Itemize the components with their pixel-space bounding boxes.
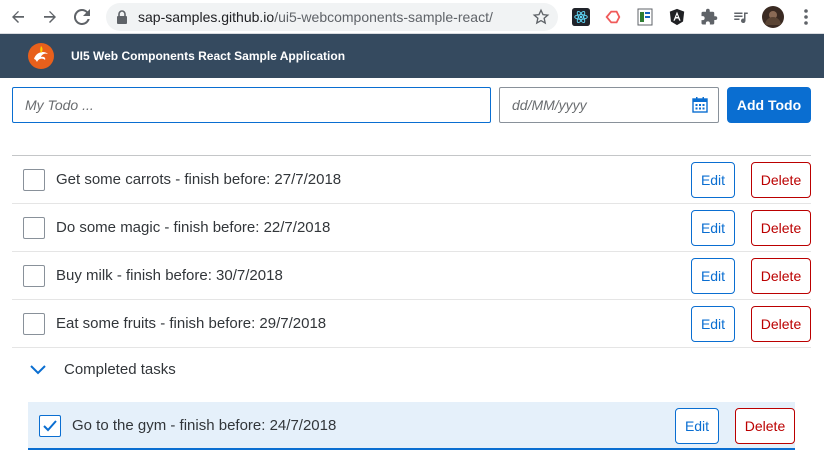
todo-checkbox[interactable] — [23, 169, 45, 191]
calendar-icon[interactable] — [692, 97, 708, 113]
document-extension-icon[interactable] — [634, 6, 656, 28]
todo-text: Eat some fruits - finish before: 29/7/20… — [56, 315, 327, 332]
angular-icon[interactable] — [666, 6, 688, 28]
completed-panel-header[interactable]: Completed tasks — [12, 348, 811, 392]
back-arrow-icon[interactable] — [6, 5, 30, 29]
url-text: sap-samples.github.io/ui5-webcomponents-… — [138, 9, 493, 25]
completed-text: Go to the gym - finish before: 24/7/2018 — [72, 417, 337, 434]
react-devtools-icon[interactable] — [570, 6, 592, 28]
edit-button[interactable]: Edit — [691, 210, 735, 246]
url-domain: sap-samples.github.io — [138, 9, 275, 25]
chevron-down-icon[interactable] — [30, 363, 46, 381]
completed-panel-title: Completed tasks — [64, 361, 176, 378]
avatar[interactable] — [762, 6, 784, 28]
ui5-inspector-icon[interactable] — [602, 6, 624, 28]
media-playlist-icon[interactable] — [730, 6, 752, 28]
add-todo-button[interactable]: Add Todo — [727, 87, 811, 123]
url-path: /ui5-webcomponents-sample-react/ — [274, 9, 493, 25]
todo-item: Eat some fruits - finish before: 29/7/20… — [12, 300, 811, 348]
delete-button[interactable]: Delete — [751, 210, 811, 246]
star-icon[interactable] — [532, 8, 550, 31]
todo-text: Buy milk - finish before: 30/7/2018 — [56, 267, 283, 284]
forward-arrow-icon[interactable] — [38, 5, 62, 29]
address-bar[interactable]: sap-samples.github.io/ui5-webcomponents-… — [106, 3, 558, 31]
reload-icon[interactable] — [70, 5, 94, 29]
delete-button[interactable]: Delete — [751, 162, 811, 198]
app-logo-icon — [26, 41, 56, 71]
todo-item: Get some carrots - finish before: 27/7/2… — [12, 156, 811, 204]
date-input[interactable] — [500, 88, 685, 122]
todo-item: Do some magic - finish before: 22/7/2018… — [12, 204, 811, 252]
edit-button[interactable]: Edit — [691, 162, 735, 198]
lock-icon — [116, 10, 128, 29]
todo-checkbox[interactable] — [23, 217, 45, 239]
todo-text: Get some carrots - finish before: 27/7/2… — [56, 171, 342, 188]
date-picker[interactable] — [499, 87, 719, 123]
todo-item: Buy milk - finish before: 30/7/2018 Edit… — [12, 252, 811, 300]
app-header: UI5 Web Components React Sample Applicat… — [0, 34, 824, 78]
delete-button[interactable]: Delete — [751, 258, 811, 294]
todo-checkbox[interactable] — [23, 265, 45, 287]
delete-button[interactable]: Delete — [735, 408, 795, 444]
todo-checkbox[interactable] — [23, 313, 45, 335]
edit-button[interactable]: Edit — [691, 306, 735, 342]
completed-checkbox[interactable] — [39, 415, 61, 437]
browser-toolbar: sap-samples.github.io/ui5-webcomponents-… — [0, 0, 824, 34]
todo-text: Do some magic - finish before: 22/7/2018 — [56, 219, 331, 236]
edit-button[interactable]: Edit — [691, 258, 735, 294]
app-title: UI5 Web Components React Sample Applicat… — [71, 49, 346, 63]
delete-button[interactable]: Delete — [751, 306, 811, 342]
completed-item: Go to the gym - finish before: 24/7/2018… — [28, 402, 795, 450]
extensions-icon[interactable] — [698, 6, 720, 28]
todo-input[interactable] — [12, 87, 491, 123]
edit-button[interactable]: Edit — [675, 408, 719, 444]
menu-icon[interactable] — [795, 6, 817, 28]
